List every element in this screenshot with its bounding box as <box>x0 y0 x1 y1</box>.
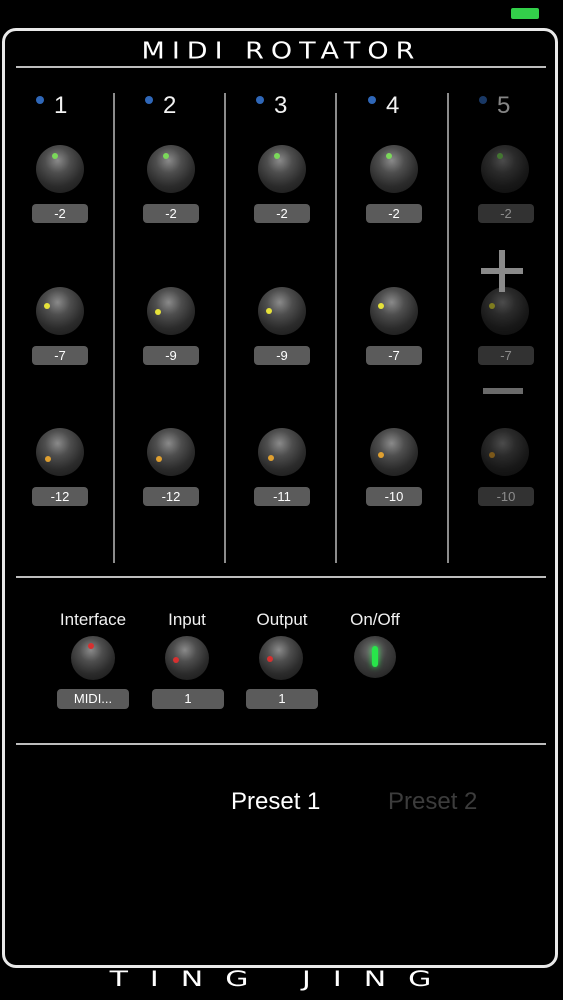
channel-indicator-dot <box>479 96 487 104</box>
channel-2-value-2: -9 <box>143 346 199 365</box>
knob-indicator <box>52 153 58 159</box>
knob-indicator <box>45 456 51 462</box>
knob-indicator <box>163 153 169 159</box>
channel-5-knob-3[interactable] <box>481 428 529 476</box>
channel-divider <box>113 93 115 563</box>
channel-3-value-2: -9 <box>254 346 310 365</box>
channel-5-value-1: -2 <box>478 204 534 223</box>
channel-indicator-dot <box>145 96 153 104</box>
channel-divider <box>447 93 449 563</box>
channel-5-value-2: -7 <box>478 346 534 365</box>
channel-2-value-3: -12 <box>143 487 199 506</box>
channel-header-3: 3 <box>256 92 316 124</box>
channel-2-knob-1[interactable] <box>147 145 195 193</box>
output-knob[interactable] <box>259 636 303 680</box>
channel-1-value-2: -7 <box>32 346 88 365</box>
section-divider <box>16 576 546 578</box>
battery-icon <box>511 8 539 19</box>
channel-header-5: 5 <box>479 92 539 124</box>
channel-2-knob-2[interactable] <box>147 287 195 335</box>
onoff-label: On/Off <box>350 610 400 629</box>
channel-1-value-3: -12 <box>32 487 88 506</box>
channel-divider <box>224 93 226 563</box>
channel-1-knob-1[interactable] <box>36 145 84 193</box>
interface-knob[interactable] <box>71 636 115 680</box>
knob-indicator <box>44 303 50 309</box>
channel-header-1: 1 <box>36 92 96 124</box>
channel-number: 1 <box>54 92 68 119</box>
interface-label: Interface <box>59 610 127 629</box>
knob-indicator <box>266 308 272 314</box>
channel-4-value-3: -10 <box>366 487 422 506</box>
channel-3-value-3: -11 <box>254 487 310 506</box>
input-value: 1 <box>152 689 224 709</box>
remove-channel-button[interactable] <box>483 388 523 394</box>
channel-3-knob-1[interactable] <box>258 145 306 193</box>
channel-indicator-dot <box>36 96 44 104</box>
app-title: MIDI ROTATOR <box>141 38 422 65</box>
channel-1-knob-2[interactable] <box>36 287 84 335</box>
channel-number: 4 <box>386 92 400 119</box>
channel-header-2: 2 <box>145 92 205 124</box>
channel-number: 3 <box>274 92 288 119</box>
channel-divider <box>335 93 337 563</box>
add-channel-button[interactable] <box>481 250 523 292</box>
input-knob[interactable] <box>165 636 209 680</box>
channel-5-value-3: -10 <box>478 487 534 506</box>
knob-indicator <box>497 153 503 159</box>
channel-4-knob-2[interactable] <box>370 287 418 335</box>
knob-indicator <box>268 455 274 461</box>
preset-2-button[interactable]: Preset 2 <box>388 788 477 816</box>
channel-number: 2 <box>163 92 177 119</box>
channel-3-value-1: -2 <box>254 204 310 223</box>
channel-3-knob-3[interactable] <box>258 428 306 476</box>
power-toggle[interactable] <box>354 636 396 678</box>
output-value: 1 <box>246 689 318 709</box>
channel-1-knob-3[interactable] <box>36 428 84 476</box>
knob-indicator <box>274 153 280 159</box>
channel-number: 5 <box>497 92 511 119</box>
interface-value: MIDI... <box>57 689 129 709</box>
knob-indicator <box>489 303 495 309</box>
input-label: Input <box>168 610 206 629</box>
knob-indicator <box>386 153 392 159</box>
knob-indicator <box>88 643 94 649</box>
knob-indicator <box>489 452 495 458</box>
channel-1-value-1: -2 <box>32 204 88 223</box>
channel-indicator-dot <box>256 96 264 104</box>
knob-indicator <box>378 452 384 458</box>
channel-3-knob-2[interactable] <box>258 287 306 335</box>
knob-indicator <box>378 303 384 309</box>
knob-indicator <box>155 309 161 315</box>
channel-2-knob-3[interactable] <box>147 428 195 476</box>
channel-4-knob-3[interactable] <box>370 428 418 476</box>
footer-logo: TING JING <box>109 967 454 992</box>
preset-1-button[interactable]: Preset 1 <box>231 788 320 816</box>
section-divider <box>16 743 546 745</box>
title-divider <box>16 66 546 68</box>
output-label: Output <box>256 610 308 629</box>
knob-indicator <box>267 656 273 662</box>
knob-indicator <box>156 456 162 462</box>
knob-indicator <box>173 657 179 663</box>
channel-2-value-1: -2 <box>143 204 199 223</box>
power-indicator-icon <box>372 646 378 667</box>
plus-icon-vertical <box>499 250 505 292</box>
channel-indicator-dot <box>368 96 376 104</box>
channel-header-4: 4 <box>368 92 428 124</box>
channel-4-value-1: -2 <box>366 204 422 223</box>
channel-4-value-2: -7 <box>366 346 422 365</box>
channel-5-knob-1[interactable] <box>481 145 529 193</box>
channel-5-knob-2[interactable] <box>481 287 529 335</box>
channel-4-knob-1[interactable] <box>370 145 418 193</box>
